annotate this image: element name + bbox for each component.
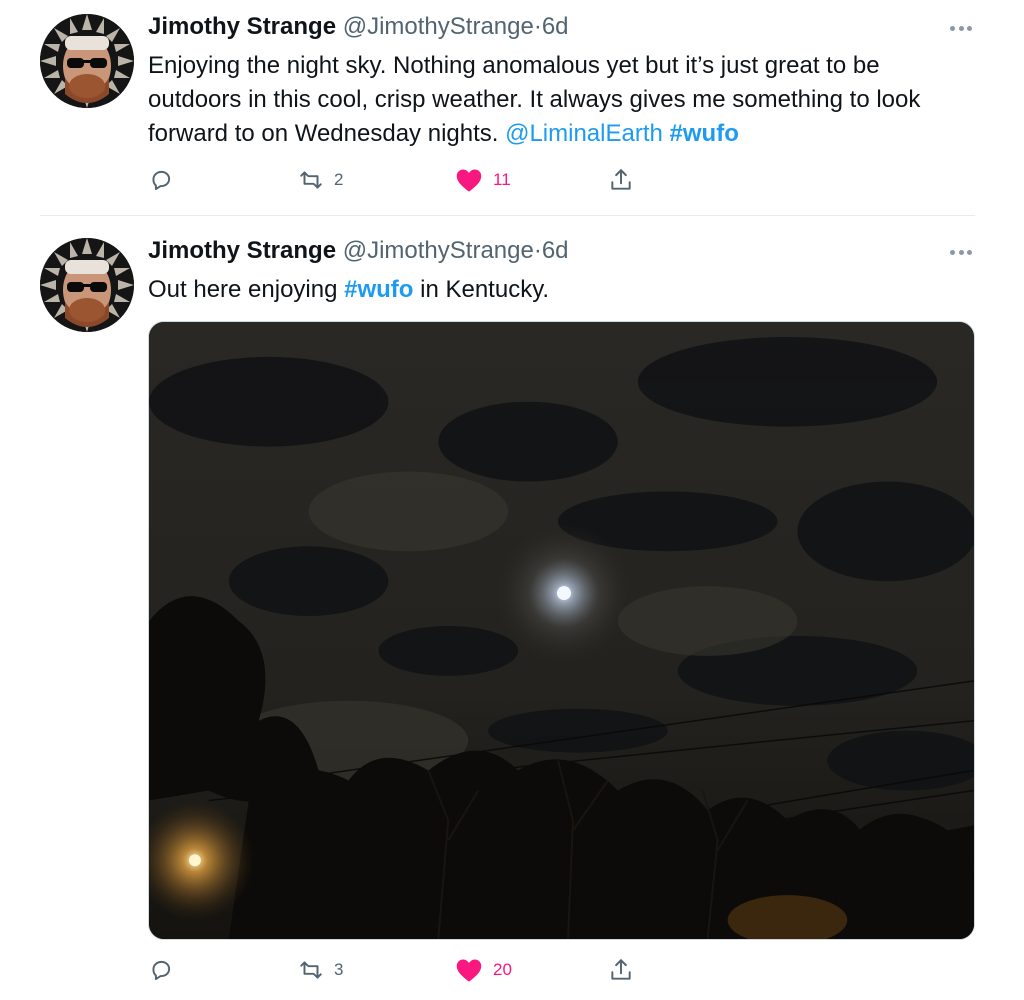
more-icon-dot bbox=[958, 25, 964, 31]
tweet-photo[interactable] bbox=[148, 321, 975, 940]
avatar[interactable] bbox=[40, 238, 134, 332]
more-icon-dot bbox=[967, 249, 972, 255]
retweet-button[interactable]: 2 bbox=[298, 165, 343, 195]
more-icon bbox=[950, 249, 955, 255]
heart-icon bbox=[456, 959, 482, 982]
more-icon-dot bbox=[967, 25, 972, 31]
hashtag-link[interactable]: #wufo bbox=[344, 276, 413, 303]
tweet-text: Out here enjoying #wufo in Kentucky. bbox=[148, 273, 968, 307]
tweet-header: Jimothy Strange @JimothyStrange·6d bbox=[148, 237, 569, 265]
author-name[interactable]: Jimothy Strange bbox=[148, 13, 336, 40]
tweet-header: Jimothy Strange @JimothyStrange·6d bbox=[148, 13, 569, 41]
retweet-count: 2 bbox=[334, 170, 344, 189]
avatar[interactable] bbox=[40, 14, 134, 108]
tweet-text: Enjoying the night sky. Nothing anomalou… bbox=[148, 49, 968, 151]
tweet-timestamp[interactable]: 6d bbox=[542, 13, 569, 40]
like-count: 11 bbox=[493, 170, 511, 189]
like-button[interactable]: 20 bbox=[455, 955, 512, 985]
share-button[interactable] bbox=[608, 955, 634, 985]
reply-button[interactable] bbox=[148, 165, 174, 195]
author-name[interactable]: Jimothy Strange bbox=[148, 237, 336, 264]
share-icon bbox=[611, 169, 631, 190]
like-count: 20 bbox=[493, 960, 512, 979]
more-options-button[interactable] bbox=[946, 18, 976, 38]
night-sky-photo bbox=[149, 322, 974, 939]
more-icon bbox=[950, 25, 955, 31]
retweet-button[interactable]: 3 bbox=[298, 955, 343, 985]
more-options-button[interactable] bbox=[946, 242, 976, 262]
tweet-actions: 2 11 bbox=[148, 165, 648, 195]
retweet-count: 3 bbox=[334, 960, 344, 979]
tweet[interactable]: Jimothy Strange @JimothyStrange·6d Enjoy… bbox=[0, 0, 1024, 216]
retweet-icon bbox=[300, 961, 322, 979]
tweet[interactable]: Jimothy Strange @JimothyStrange·6d Out h… bbox=[0, 217, 1024, 1000]
share-icon bbox=[611, 959, 631, 980]
reply-icon bbox=[152, 170, 171, 191]
share-button[interactable] bbox=[608, 165, 634, 195]
tweet-text-after: in Kentucky. bbox=[413, 276, 550, 303]
reply-icon bbox=[152, 960, 171, 981]
like-button[interactable]: 11 bbox=[455, 165, 511, 195]
avatar-image bbox=[40, 14, 134, 108]
retweet-icon bbox=[300, 171, 322, 189]
separator-dot: · bbox=[533, 237, 542, 264]
author-handle[interactable]: @JimothyStrange bbox=[343, 237, 534, 264]
tweet-text-before: Out here enjoying bbox=[148, 276, 345, 303]
avatar-image bbox=[40, 238, 134, 332]
tweet-divider bbox=[40, 215, 975, 216]
hashtag-link[interactable]: #wufo bbox=[670, 120, 739, 147]
mention-link[interactable]: @LiminalEarth bbox=[505, 120, 663, 147]
tweet-timestamp[interactable]: 6d bbox=[542, 237, 569, 264]
tweet-actions: 3 20 bbox=[148, 955, 648, 985]
reply-button[interactable] bbox=[148, 955, 174, 985]
separator-dot: · bbox=[533, 13, 542, 40]
author-handle[interactable]: @JimothyStrange bbox=[343, 13, 534, 40]
heart-icon bbox=[456, 169, 482, 192]
more-icon-dot bbox=[958, 249, 964, 255]
